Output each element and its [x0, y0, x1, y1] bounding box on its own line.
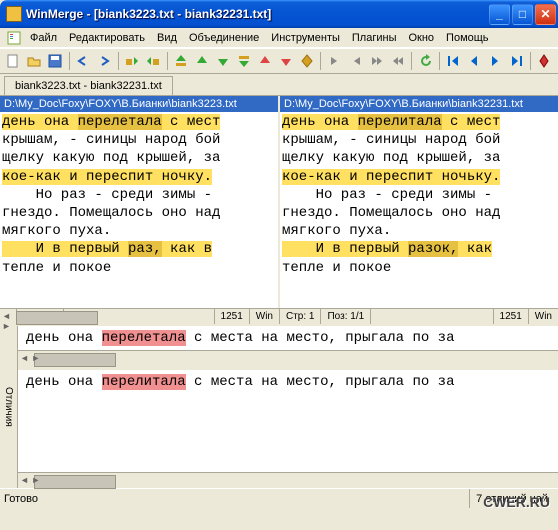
right-text[interactable]: день она перелитала с мест крышам, - син…	[280, 112, 558, 308]
all-right-icon[interactable]	[367, 51, 386, 71]
titlebar: WinMerge - [biank3223.txt - biank32231.t…	[0, 0, 558, 28]
last-diff-icon[interactable]	[235, 51, 254, 71]
nav-first-icon[interactable]	[444, 51, 463, 71]
app-icon	[6, 6, 22, 22]
down-diff-icon[interactable]	[214, 51, 233, 71]
menu-view[interactable]: Вид	[151, 30, 183, 46]
right-encoding: Win	[528, 309, 558, 324]
right-pos: Поз: 1/1	[320, 309, 370, 324]
up-diff-icon[interactable]	[193, 51, 212, 71]
right-path: D:\My_Doc\Foxy\FOXY\В.Бианки\biank32231.…	[280, 96, 558, 112]
menu-help[interactable]: Помощь	[440, 30, 495, 46]
save-icon[interactable]	[46, 51, 65, 71]
detail-top-line: день она перелетала с места на место, пр…	[18, 326, 558, 350]
watermark: CWER.RU	[483, 494, 550, 510]
detail-label: Отличия	[0, 326, 18, 488]
right-status: Стр: 1 Поз: 1/1 1251 Win	[279, 309, 558, 324]
detail-pane: Отличия день она перелетала с места на м…	[0, 324, 558, 488]
nav-prev-icon[interactable]	[465, 51, 484, 71]
nav-last-icon[interactable]	[507, 51, 526, 71]
diff-next-icon[interactable]	[123, 51, 142, 71]
toolbar	[0, 48, 558, 74]
copy-left-icon[interactable]	[346, 51, 365, 71]
left-status: Стр: 21 Поз: 1/1 1251 Win	[0, 309, 279, 324]
refresh-icon[interactable]	[416, 51, 435, 71]
diff-prev-icon[interactable]	[144, 51, 163, 71]
menu-window[interactable]: Окно	[402, 30, 440, 46]
goto-icon[interactable]	[297, 51, 316, 71]
status-ready: Готово	[4, 493, 38, 505]
left-encoding: Win	[249, 309, 279, 324]
detail-bottom-line: день она перелитала с места на место, пр…	[18, 370, 558, 394]
close-button[interactable]: ✕	[535, 4, 556, 25]
option-icon[interactable]	[535, 51, 554, 71]
mdi-icon[interactable]	[4, 28, 24, 48]
window-title: WinMerge - [biank3223.txt - biank32231.t…	[26, 7, 487, 21]
detail-hscroll-1[interactable]	[18, 350, 558, 366]
menu-file[interactable]: Файл	[24, 30, 63, 46]
right-line: Стр: 1	[279, 309, 320, 324]
maximize-button[interactable]: □	[512, 4, 533, 25]
menu-tools[interactable]: Инструменты	[265, 30, 346, 46]
left-text[interactable]: день она перелетала с мест крышам, - син…	[0, 112, 278, 308]
tab-active[interactable]: biank3223.txt - biank32231.txt	[4, 76, 173, 95]
all-left-icon[interactable]	[388, 51, 407, 71]
menubar: Файл Редактировать Вид Объединение Инстр…	[0, 28, 558, 48]
menu-edit[interactable]: Редактировать	[63, 30, 151, 46]
menu-plugins[interactable]: Плагины	[346, 30, 403, 46]
open-icon[interactable]	[25, 51, 44, 71]
pane-statusbars: Стр: 21 Поз: 1/1 1251 Win Стр: 1 Поз: 1/…	[0, 308, 558, 324]
detail-hscroll-2[interactable]	[18, 472, 558, 488]
right-pane: D:\My_Doc\Foxy\FOXY\В.Бианки\biank32231.…	[280, 96, 558, 308]
down-diff2-icon[interactable]	[276, 51, 295, 71]
copy-right-icon[interactable]	[325, 51, 344, 71]
undo-icon[interactable]	[74, 51, 93, 71]
first-diff-icon[interactable]	[172, 51, 191, 71]
nav-next-icon[interactable]	[486, 51, 505, 71]
diff-panes: D:\My_Doc\Foxy\FOXY\В.Бианки\biank3223.t…	[0, 96, 558, 308]
left-codepage: 1251	[214, 309, 249, 324]
right-codepage: 1251	[493, 309, 528, 324]
new-icon[interactable]	[4, 51, 23, 71]
up-diff2-icon[interactable]	[255, 51, 274, 71]
document-tabs: biank3223.txt - biank32231.txt	[0, 74, 558, 96]
left-pane: D:\My_Doc\Foxy\FOXY\В.Бианки\biank3223.t…	[0, 96, 280, 308]
redo-icon[interactable]	[95, 51, 114, 71]
left-path: D:\My_Doc\Foxy\FOXY\В.Бианки\biank3223.t…	[0, 96, 278, 112]
statusbar: Готово 7 отличий най	[0, 488, 558, 508]
minimize-button[interactable]: _	[489, 4, 510, 25]
detail-body[interactable]: день она перелетала с места на место, пр…	[18, 326, 558, 488]
menu-merge[interactable]: Объединение	[183, 30, 265, 46]
